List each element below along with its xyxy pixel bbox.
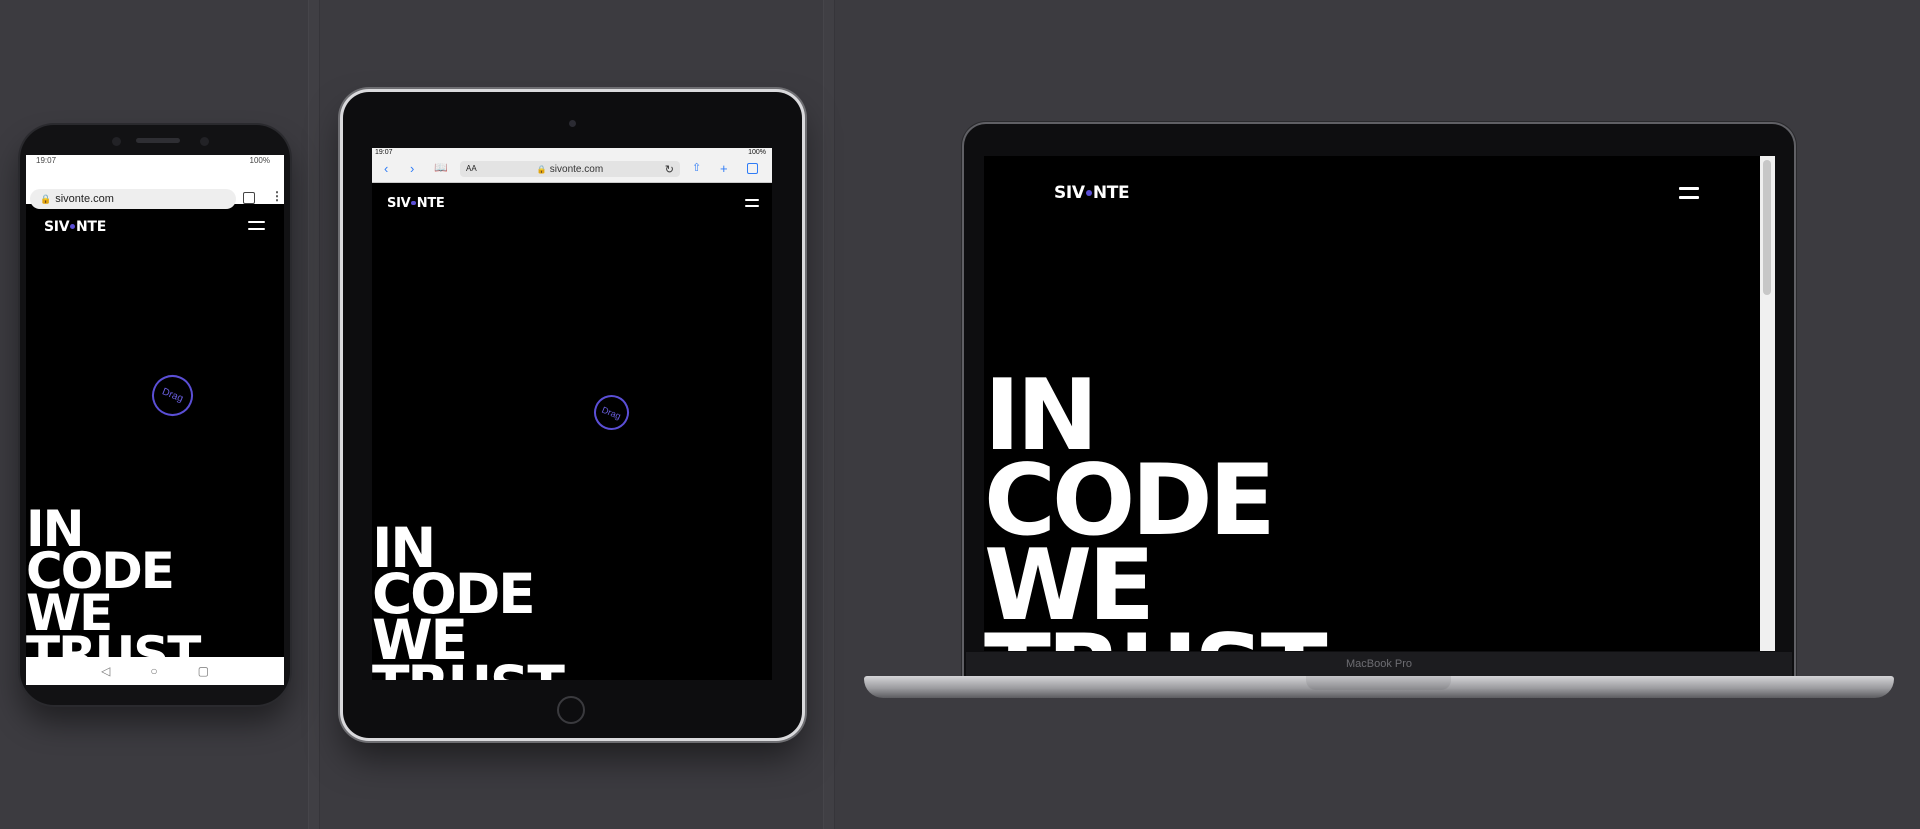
tablet-screen: 19:07 100% ‹ › 📖 AA 🔒 sivonte.com ↻ ⇧ + … (372, 148, 772, 680)
scrollbar-thumb[interactable] (1763, 160, 1771, 295)
phone-url-bar[interactable]: 🔒 sivonte.com (30, 189, 236, 209)
phone-nav-bar: ◁ ○ ▢ (26, 657, 284, 685)
reload-icon[interactable]: ↻ (665, 163, 674, 176)
recents-icon[interactable]: ▢ (198, 664, 209, 678)
hamburger-menu-icon[interactable] (248, 221, 265, 230)
tablet-time: 19:07 (375, 149, 393, 156)
share-icon[interactable]: ⇧ (692, 161, 701, 174)
hamburger-menu-icon[interactable] (745, 199, 759, 207)
lock-icon: 🔒 (536, 164, 547, 174)
hero-line: TRUST (372, 659, 565, 681)
phone-logo[interactable]: SIV NTE (44, 219, 106, 235)
tablet-url-bar[interactable]: 🔒 sivonte.com ↻ (460, 161, 680, 177)
tabs-icon[interactable] (747, 163, 758, 174)
tabs-icon[interactable] (243, 192, 255, 204)
home-icon[interactable]: ○ (150, 664, 157, 678)
laptop-logo[interactable]: SIV NTE (1054, 183, 1130, 203)
phone-screen: 19:07 100% 🔒 sivonte.com ⋮ SIV NTE Drag I… (26, 155, 284, 685)
phone-sensor (200, 137, 209, 146)
tablet-logo[interactable]: SIV NTE (387, 196, 445, 211)
column-divider (823, 0, 835, 829)
hero-line: TRUST (984, 622, 1328, 651)
phone-camera (112, 137, 121, 146)
back-arrow-icon[interactable]: ‹ (384, 161, 388, 176)
drag-handle[interactable]: Drag (588, 389, 635, 436)
logo-dot-icon (69, 224, 76, 230)
tablet-url-text: sivonte.com (549, 163, 604, 175)
phone-status-bar: 19:07 100% (26, 155, 284, 168)
forward-arrow-icon[interactable]: › (410, 161, 414, 176)
bookmarks-icon[interactable]: 📖 (434, 161, 448, 174)
new-tab-icon[interactable]: + (720, 161, 728, 176)
tablet-browser-bar: 19:07 100% ‹ › 📖 AA 🔒 sivonte.com ↻ ⇧ + (372, 148, 772, 183)
tablet-home-button[interactable] (557, 696, 585, 724)
phone-battery: 100% (249, 156, 270, 165)
logo-dot-icon (1085, 189, 1093, 196)
laptop-opening-notch (1306, 676, 1451, 690)
phone-speaker (136, 138, 180, 143)
page-scrollbar[interactable] (1760, 156, 1775, 651)
hero-headline: IN CODE WE TRUST (372, 521, 565, 681)
logo-dot-icon (411, 200, 417, 206)
back-icon[interactable]: ◁ (101, 664, 110, 678)
laptop-screen: SIVNTE IN CODE WE TRUST (984, 156, 1775, 651)
laptop-model-label: MacBook Pro (1345, 658, 1413, 670)
phone-url-text: sivonte.com (55, 193, 114, 205)
hero-headline: IN CODE WE TRUST (26, 504, 201, 680)
column-divider (308, 0, 320, 829)
text-size-button[interactable]: AA (466, 164, 477, 173)
tablet-battery: 100% (748, 149, 766, 156)
phone-browser-bar: 🔒 sivonte.com ⋮ (26, 168, 284, 209)
laptop-chin: MacBook Pro (966, 652, 1792, 676)
phone-time: 19:07 (36, 156, 57, 165)
drag-handle[interactable]: Drag (145, 368, 200, 423)
more-menu-icon[interactable]: ⋮ (271, 189, 283, 203)
lock-icon: 🔒 (40, 193, 52, 204)
hero-headline: IN CODE WE TRUST (984, 367, 1328, 651)
hamburger-menu-icon[interactable] (1679, 187, 1699, 199)
tablet-camera (569, 120, 576, 127)
